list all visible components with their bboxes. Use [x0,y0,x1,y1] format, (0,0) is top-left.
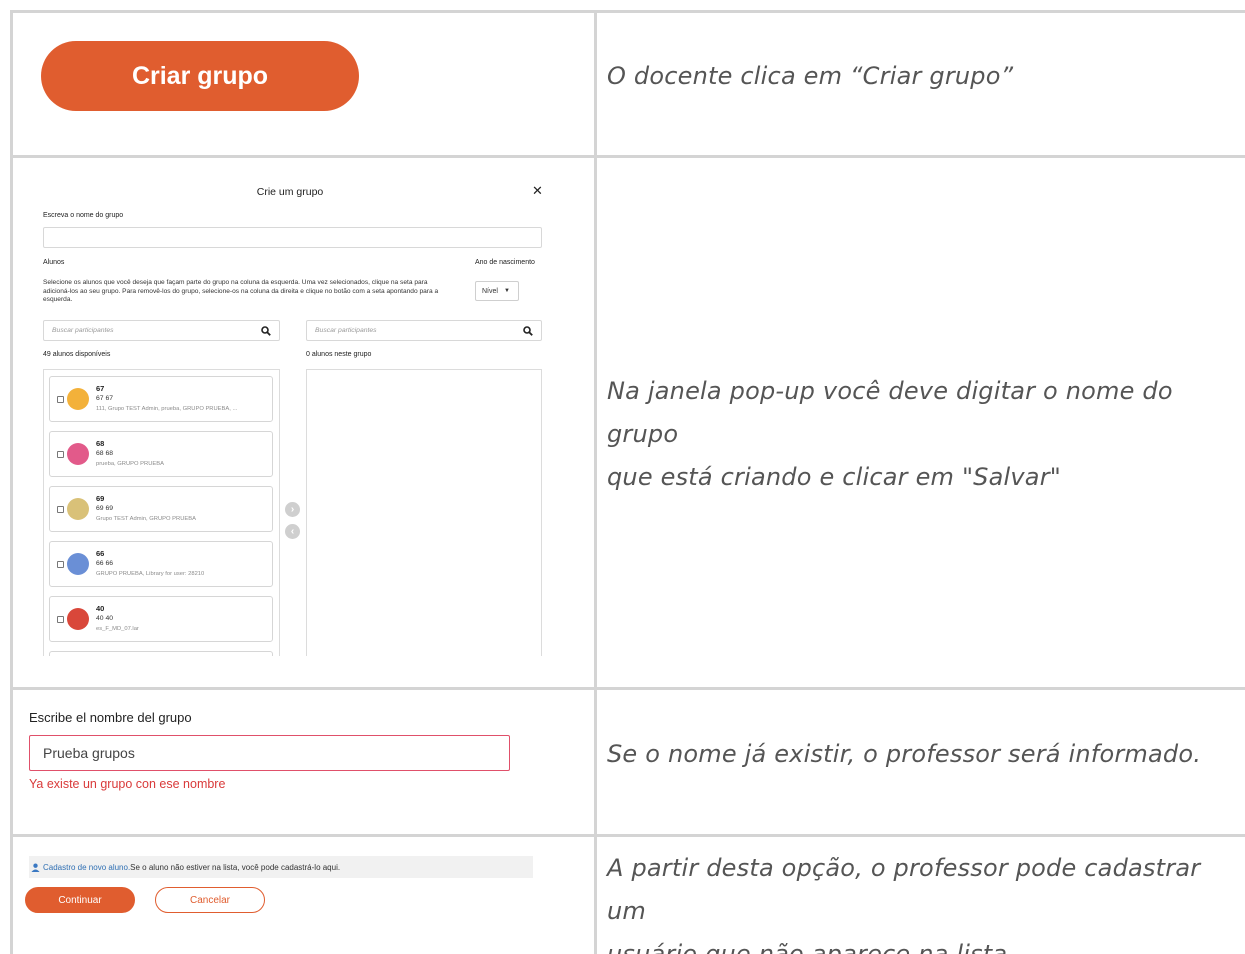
search-available-placeholder: Buscar participantes [52,327,114,334]
birth-year-label: Ano de nascimento [475,259,535,266]
register-student-text: Se o aluno não estiver na lista, você po… [130,862,341,872]
create-group-modal: Crie um grupo ✕ Escreva o nome do grupo … [28,170,558,656]
table-border-row3 [10,834,1245,837]
row2-description-line1: Na janela pop-up você deve digitar o nom… [607,377,1173,448]
available-count: 49 alunos disponíveis [43,351,111,358]
arrow-left-icon[interactable]: ‹ [285,524,300,539]
level-select[interactable]: Nível ▼ [475,281,519,301]
student-card[interactable]: 67 67 67 111, Grupo TEST Admin, prueba, … [49,376,273,422]
register-student-link[interactable]: Cadastro de novo aluno. [43,863,130,872]
student-name: 66 [96,549,105,558]
table-border-row2 [10,687,1245,690]
student-card[interactable]: 68 68 68 prueba, GRUPO PRUEBA [49,431,273,477]
students-label: Alunos [43,259,65,266]
student-card[interactable]: 69 69 69 Grupo TEST Admin, GRUPO PRUEBA [49,486,273,532]
student-checkbox[interactable] [57,396,64,403]
student-groups: Grupo TEST Admin, GRUPO PRUEBA [96,516,196,522]
avatar [67,443,89,465]
close-icon[interactable]: ✕ [532,183,543,199]
student-checkbox[interactable] [57,616,64,623]
level-select-value: Nível [482,287,498,295]
group-name-input[interactable]: Prueba grupos [29,735,510,771]
group-students-list[interactable] [306,369,542,656]
caret-down-icon: ▼ [503,288,510,294]
student-name: 67 [96,384,105,393]
student-fullname: 67 67 [96,395,114,402]
table-border-left [10,10,13,954]
student-name: 40 [96,604,105,613]
student-fullname: 68 68 [96,450,114,457]
avatar [67,388,89,410]
avatar [67,498,89,520]
row4-description: A partir desta opção, o professor pode c… [607,847,1245,954]
student-card[interactable] [49,651,273,656]
row2-description: Na janela pop-up você deve digitar o nom… [607,370,1245,499]
search-available-input[interactable]: Buscar participantes [43,320,280,341]
student-name: 69 [96,494,105,503]
register-student-bar: Cadastro de novo aluno. Se o aluno não e… [29,856,533,878]
search-icon[interactable] [261,326,271,336]
search-group-placeholder: Buscar participantes [315,327,377,334]
student-fullname: 40 40 [96,615,114,622]
modal-title: Crie um grupo [256,186,324,198]
student-card[interactable]: 40 40 40 es_F_MD_07.lar [49,596,273,642]
row2-description-line2: que está criando e clicar em "Salvar" [607,463,1062,491]
group-count: 0 alunos neste grupo [306,351,372,358]
student-checkbox[interactable] [57,561,64,568]
group-name-input[interactable] [43,227,542,248]
cancel-button[interactable]: Cancelar [155,887,265,913]
create-group-button[interactable]: Criar grupo [41,41,359,111]
arrow-right-icon[interactable]: › [285,502,300,517]
student-groups: es_F_MD_07.lar [96,626,139,632]
student-groups: 111, Grupo TEST Admin, prueba, GRUPO PRU… [96,406,238,412]
search-group-input[interactable]: Buscar participantes [306,320,542,341]
student-fullname: 69 69 [96,505,114,512]
group-name-label: Escribe el nombre del grupo [29,710,192,725]
row1-description: O docente clica em “Criar grupo” [607,62,1014,90]
avatar [67,553,89,575]
user-icon [31,863,40,872]
student-fullname: 66 66 [96,560,114,567]
search-icon[interactable] [523,326,533,336]
error-message: Ya existe un grupo con ese nombre [29,777,226,791]
row3-description: Se o nome já existir, o professor será i… [607,740,1202,768]
table-border-row1 [10,155,1245,158]
group-name-label: Escreva o nome do grupo [43,212,124,219]
student-name: 68 [96,439,105,448]
available-students-list[interactable]: 67 67 67 111, Grupo TEST Admin, prueba, … [43,369,280,656]
student-card[interactable]: 66 66 66 GRUPO PRUEBA, Library for user:… [49,541,273,587]
table-border-top [10,10,1245,13]
continue-button[interactable]: Continuar [25,887,135,913]
instructions-text: Selecione os alunos que você deseja que … [43,279,439,304]
student-checkbox[interactable] [57,451,64,458]
row4-description-line1: A partir desta opção, o professor pode c… [607,854,1201,925]
table-border-middle [594,10,597,954]
avatar [67,608,89,630]
student-checkbox[interactable] [57,506,64,513]
student-groups: prueba, GRUPO PRUEBA [96,461,164,467]
row4-description-line2: usuário que não aparece na lista [607,940,1008,954]
student-groups: GRUPO PRUEBA, Library for user: 28210 [96,571,205,577]
